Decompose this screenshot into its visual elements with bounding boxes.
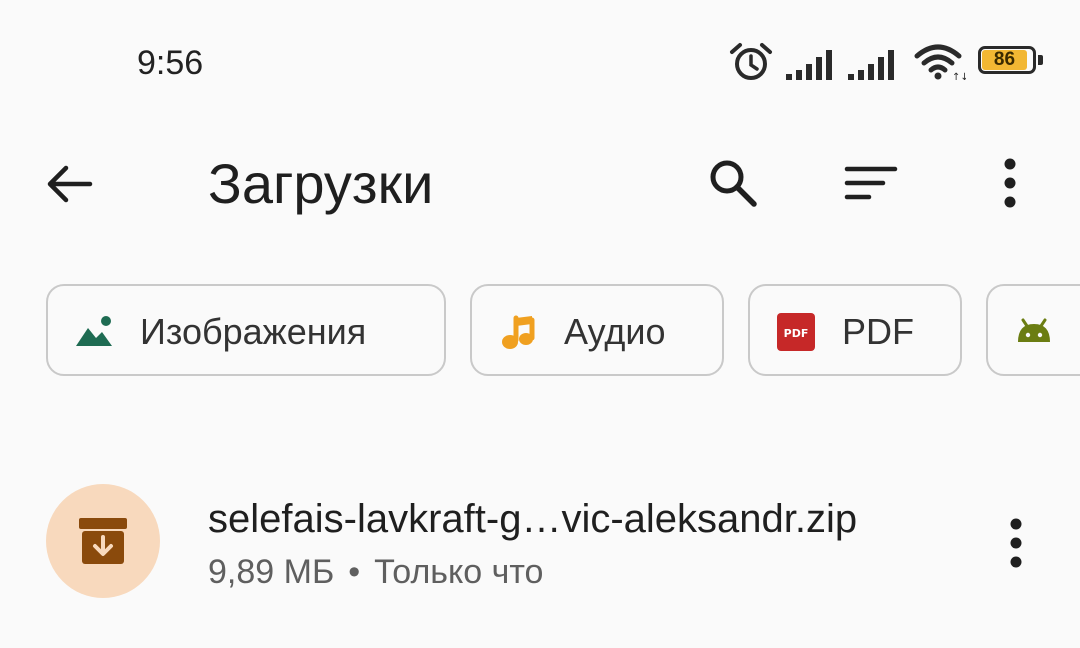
file-time: Только что <box>374 553 544 591</box>
chip-audio[interactable]: Аудио <box>470 284 724 376</box>
chip-label: Аудио <box>564 311 666 352</box>
sort-icon <box>844 166 898 200</box>
image-icon <box>76 316 112 346</box>
archive-icon <box>79 518 127 564</box>
sort-button[interactable] <box>838 150 904 216</box>
signal-icon <box>786 50 832 80</box>
more-vert-icon <box>1010 518 1022 568</box>
chip-label: PDF <box>842 311 914 352</box>
file-name: selefais-lavkraft-g…vic-aleksandr.zip <box>208 497 858 541</box>
back-arrow-icon <box>47 165 93 203</box>
status-time: 9:56 <box>137 44 204 82</box>
svg-text:PDF: PDF <box>784 327 809 340</box>
more-vert-icon <box>1004 158 1016 208</box>
list-item[interactable]: selefais-lavkraft-g…vic-aleksandr.zip 9,… <box>0 470 1080 620</box>
file-size: 9,89 МБ <box>208 553 335 591</box>
status-bar: 9:56 ↑↓ 86 <box>0 0 1080 120</box>
search-icon <box>710 160 757 207</box>
file-more-button[interactable] <box>988 510 1044 576</box>
wifi-icon: ↑↓ <box>914 44 966 82</box>
chip-label: Изображения <box>140 311 367 352</box>
search-button[interactable] <box>700 150 766 216</box>
filter-chip-row: Изображения Аудио PDF PDF <box>0 284 1080 378</box>
battery-level: 86 <box>993 49 1016 70</box>
music-note-icon <box>502 315 535 349</box>
android-icon <box>1018 318 1050 342</box>
signal-icon <box>848 50 894 80</box>
meta-separator: • <box>348 553 361 591</box>
page-title: Загрузки <box>208 152 434 215</box>
more-options-button[interactable] <box>980 150 1040 216</box>
chip-apk[interactable] <box>986 284 1080 376</box>
back-button[interactable] <box>36 154 102 214</box>
app-bar: Загрузки <box>0 120 1080 250</box>
battery-icon: 86 <box>978 46 1043 76</box>
alarm-icon <box>730 43 772 80</box>
pdf-icon: PDF <box>777 313 815 351</box>
file-meta: 9,89 МБ • Только что <box>208 550 543 594</box>
chip-images[interactable]: Изображения <box>46 284 446 376</box>
svg-text:↑↓: ↑↓ <box>952 72 966 82</box>
chip-pdf[interactable]: PDF PDF <box>748 284 962 376</box>
file-avatar <box>46 484 160 598</box>
